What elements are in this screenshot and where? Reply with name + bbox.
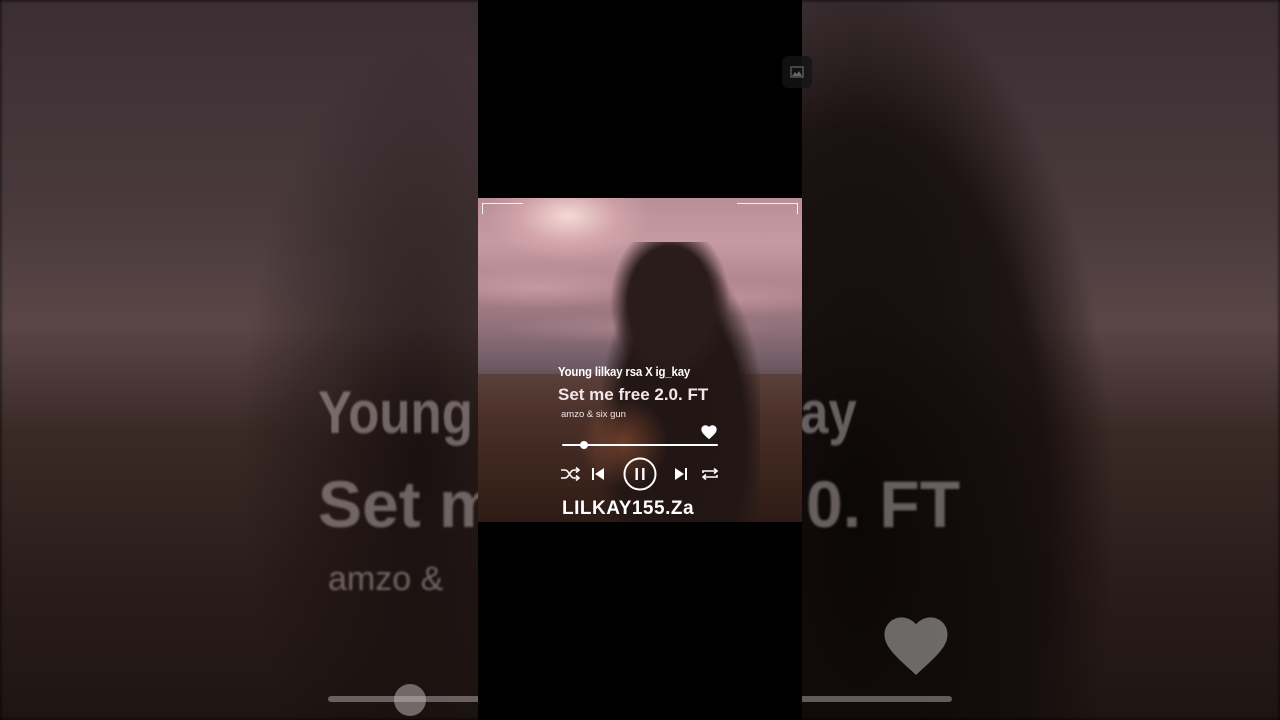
previous-button[interactable] [591,466,605,482]
frame-corner-right [737,203,798,214]
bg-title-text-left: Set m [318,467,498,541]
pause-button[interactable] [623,457,657,491]
repeat-icon [701,467,719,481]
shuffle-button[interactable] [560,466,580,482]
artist-line: Young lilkay rsa X ig_kay [558,364,691,379]
next-button[interactable] [674,466,688,482]
image-icon[interactable] [782,56,812,88]
music-player-card: Young lilkay rsa X ig_kay Set me free 2.… [478,198,802,522]
pause-icon [623,457,657,491]
frame-corner-left [482,203,523,214]
previous-icon [592,468,604,480]
heart-icon[interactable] [700,424,718,440]
brand-watermark: LILKAY155.Za [562,498,695,519]
featuring-line: amzo & six gun [561,409,626,420]
track-title: Set me free 2.0. FT [558,385,709,404]
bg-heart-icon [884,617,948,675]
progress-knob[interactable] [579,441,588,449]
bg-progress-knob [394,684,426,716]
repeat-button[interactable] [700,466,720,482]
bg-artist-text-left: Young l [318,379,502,446]
shuffle-icon [561,466,580,482]
bg-artist-text-right: ay [800,379,857,446]
bg-featuring-text: amzo & [328,560,444,598]
bg-title-text-right: 0. FT [806,467,961,541]
next-icon [675,468,687,480]
